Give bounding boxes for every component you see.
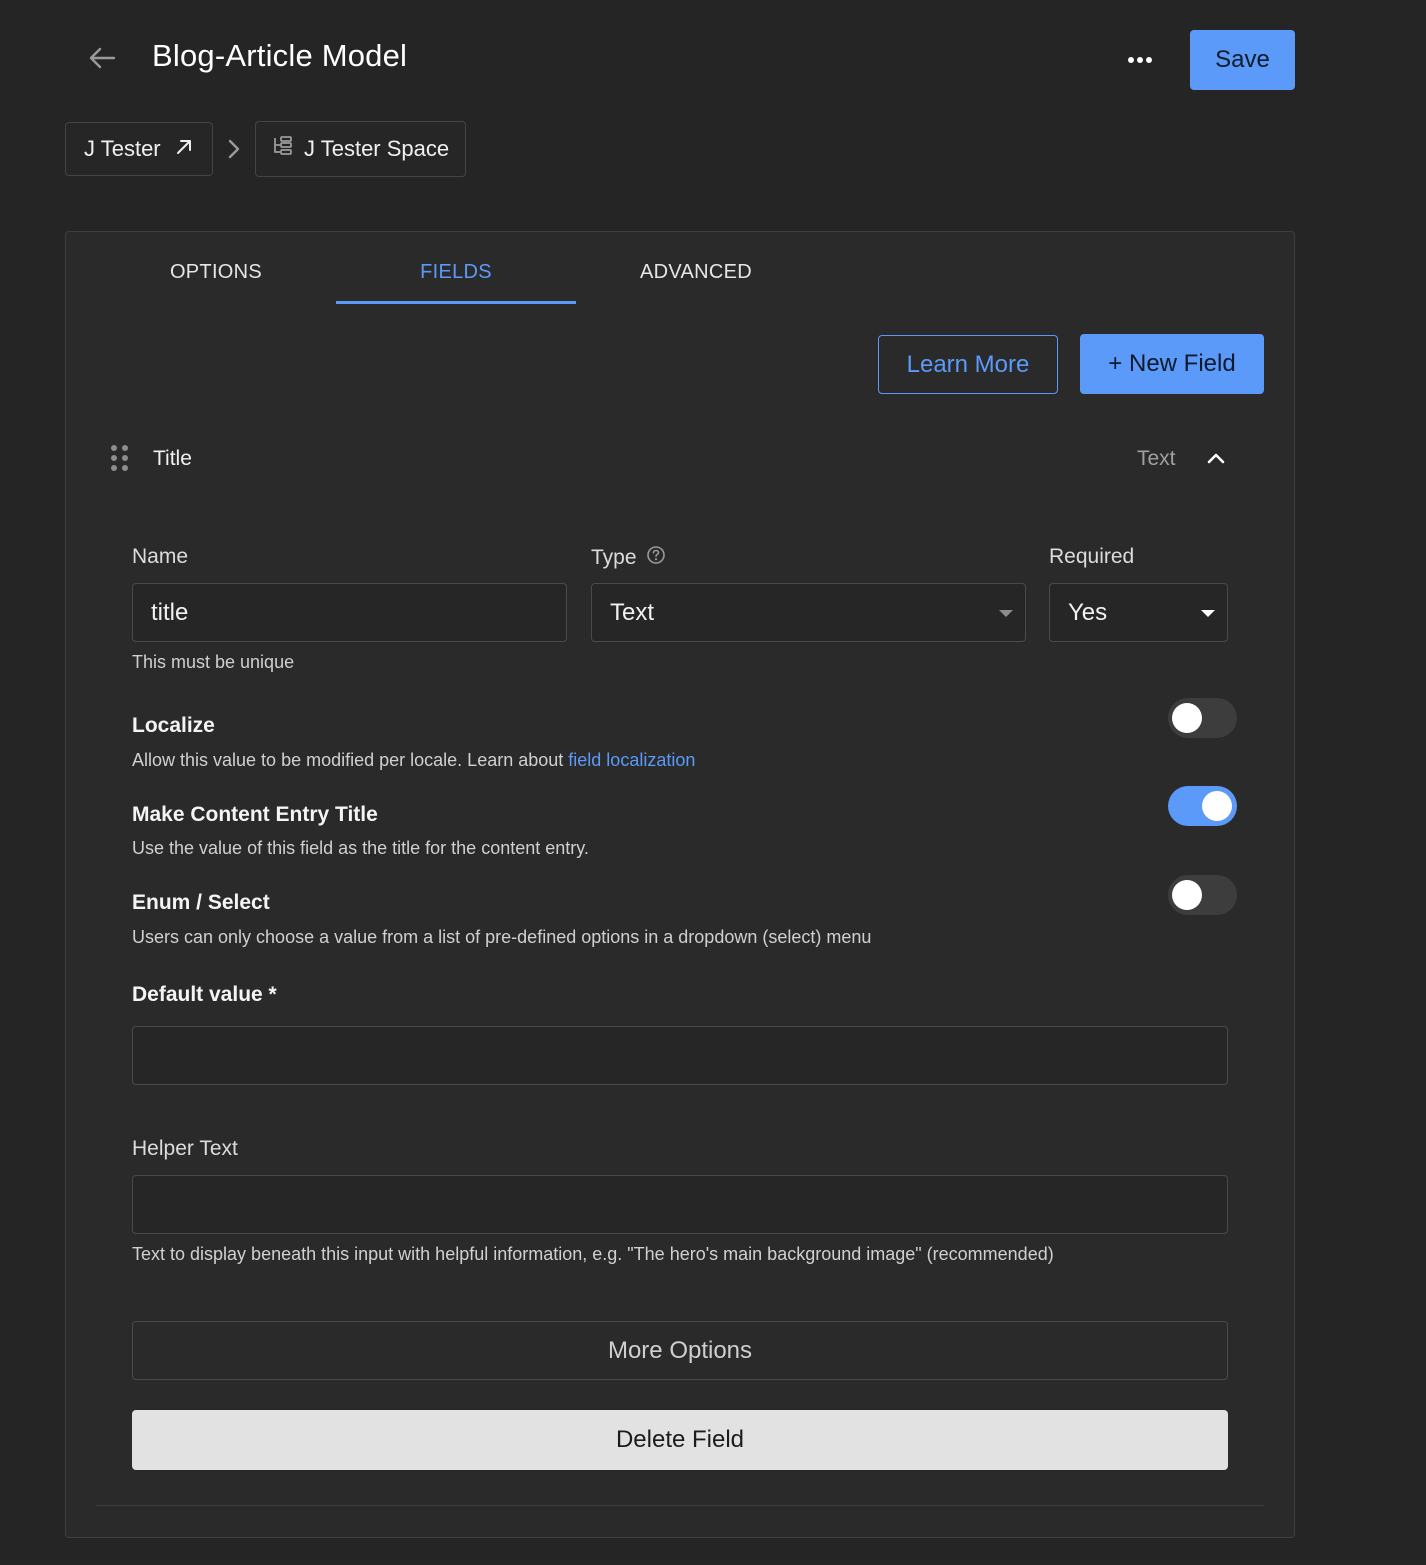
chevron-up-icon [1206, 451, 1226, 470]
page-title: Blog-Article Model [152, 38, 408, 73]
chevron-right-icon [222, 134, 246, 164]
entry-title-toggle[interactable] [1168, 786, 1237, 826]
tree-icon [272, 136, 294, 162]
caret-down-icon [999, 610, 1013, 617]
enum-toggle[interactable] [1168, 875, 1237, 915]
type-select-value: Text [610, 598, 655, 626]
required-select[interactable]: Yes [1049, 583, 1228, 642]
required-select-value: Yes [1068, 598, 1108, 626]
field-type-label: Text [1137, 447, 1176, 470]
field-localization-link[interactable]: field localization [568, 750, 695, 770]
learn-more-button[interactable]: Learn More [878, 335, 1058, 394]
new-field-button[interactable]: + New Field [1080, 334, 1264, 394]
toggle-knob [1202, 791, 1232, 821]
ellipsis-icon [1127, 51, 1153, 69]
enum-title: Enum / Select [132, 891, 270, 914]
toggle-knob [1172, 880, 1202, 910]
enum-description: Users can only choose a value from a lis… [132, 927, 872, 947]
default-value-label: Default value * [132, 983, 277, 1006]
type-label: Type [591, 546, 637, 569]
tab-options[interactable]: OPTIONS [96, 240, 336, 304]
arrow-left-icon [88, 46, 116, 75]
back-button[interactable] [84, 40, 120, 80]
more-options-button[interactable] [1118, 42, 1162, 78]
localize-toggle[interactable] [1168, 698, 1237, 738]
name-hint: This must be unique [132, 652, 295, 672]
helper-text-hint: Text to display beneath this input with … [132, 1244, 1054, 1264]
localize-title: Localize [132, 714, 215, 737]
field-title[interactable]: Title [153, 447, 192, 471]
save-button[interactable]: Save [1190, 30, 1295, 90]
more-options-button[interactable]: More Options [132, 1321, 1228, 1380]
breadcrumb-org[interactable]: J Tester [65, 122, 213, 176]
tab-advanced[interactable]: ADVANCED [576, 240, 816, 304]
active-tab-indicator [336, 301, 576, 304]
default-value-input[interactable] [132, 1026, 1228, 1085]
helper-text-input[interactable] [132, 1175, 1228, 1234]
helper-text-label: Helper Text [132, 1137, 238, 1160]
help-icon[interactable] [646, 545, 666, 571]
breadcrumb-space[interactable]: J Tester Space [255, 121, 466, 177]
type-label-group: Type [591, 545, 666, 571]
entry-title-description: Use the value of this field as the title… [132, 838, 589, 858]
tab-fields[interactable]: FIELDS [336, 240, 576, 304]
name-label: Name [132, 545, 189, 568]
required-label: Required [1049, 545, 1135, 568]
localize-description: Allow this value to be modified per loca… [132, 750, 695, 771]
caret-down-icon [1201, 610, 1215, 617]
breadcrumb-org-label: J Tester [84, 136, 161, 161]
drag-handle-icon[interactable] [108, 443, 132, 477]
divider [96, 1505, 1264, 1506]
name-input[interactable]: title [132, 583, 567, 642]
breadcrumb-space-label: J Tester Space [304, 136, 450, 161]
external-arrow-icon [175, 136, 193, 162]
toggle-knob [1172, 703, 1202, 733]
type-select[interactable]: Text [591, 583, 1026, 642]
collapse-field-button[interactable] [1200, 444, 1232, 476]
delete-field-button[interactable]: Delete Field [132, 1410, 1228, 1470]
localize-description-text: Allow this value to be modified per loca… [132, 750, 564, 770]
entry-title-title: Make Content Entry Title [132, 803, 378, 826]
